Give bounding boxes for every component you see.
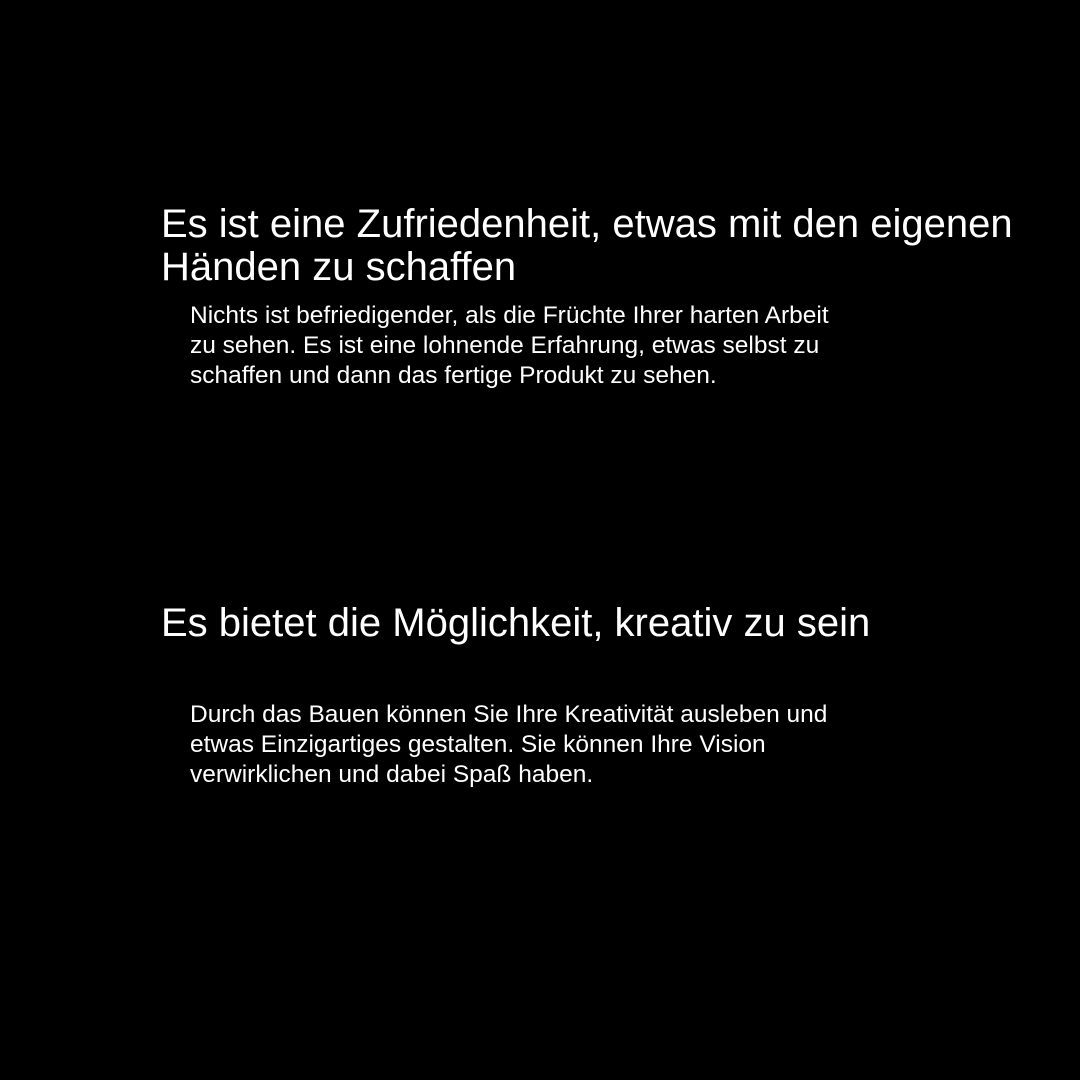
section-body-text: Durch das Bauen können Sie Ihre Kreativi… <box>190 701 828 788</box>
section-body-text: Nichts ist befriedigender, als die Früch… <box>190 302 829 389</box>
section-heading: Es ist eine Zufriedenheit, etwas mit den… <box>161 202 1013 289</box>
section-heading: Es bietet die Möglichkeit, kreativ zu se… <box>161 601 871 645</box>
